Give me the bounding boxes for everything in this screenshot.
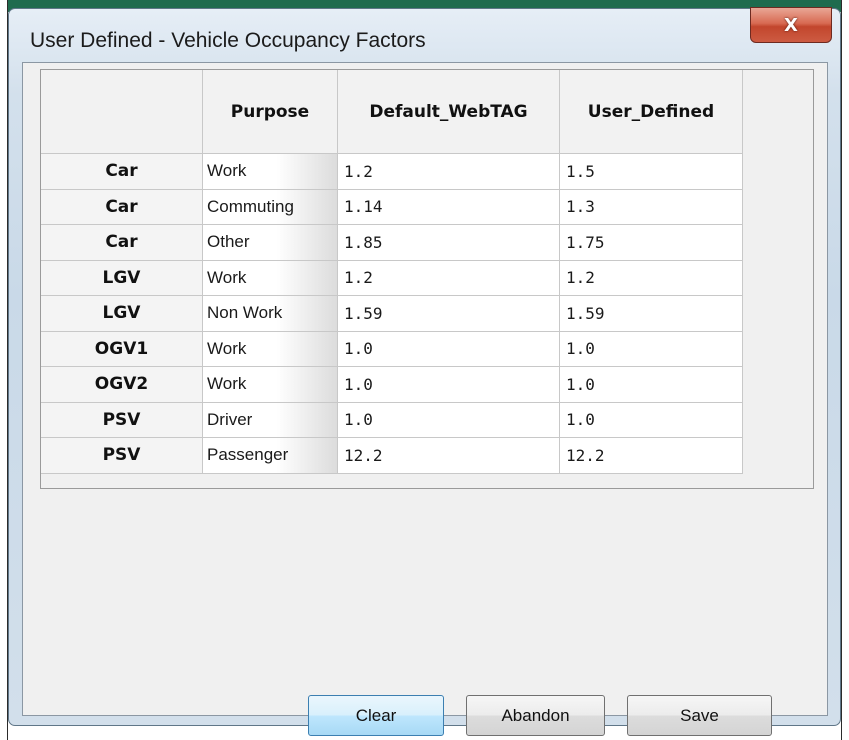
default-webtag-cell[interactable]: 1.2 — [338, 154, 560, 190]
row-header-vehicle: PSV — [41, 402, 203, 438]
save-button[interactable]: Save — [627, 695, 772, 736]
default-webtag-cell[interactable]: 1.85 — [338, 225, 560, 261]
occupancy-table: Purpose Default_WebTAG User_Defined Car Work… — [40, 69, 814, 489]
purpose-cell: Commuting — [203, 189, 338, 225]
row-header-vehicle: Car — [41, 189, 203, 225]
header-corner — [41, 70, 203, 154]
purpose-cell: Driver — [203, 402, 338, 438]
user-defined-cell[interactable]: 1.2 — [560, 260, 743, 296]
default-webtag-cell[interactable]: 1.2 — [338, 260, 560, 296]
user-defined-cell[interactable]: 1.75 — [560, 225, 743, 261]
row-header-vehicle: OGV1 — [41, 331, 203, 367]
row-header-vehicle: LGV — [41, 296, 203, 332]
default-webtag-cell[interactable]: 12.2 — [338, 438, 560, 474]
background-edge-right — [841, 0, 849, 740]
purpose-cell: Non Work — [203, 296, 338, 332]
header-purpose: Purpose — [203, 70, 338, 154]
default-webtag-cell[interactable]: 1.0 — [338, 367, 560, 403]
dialog-window: User Defined - Vehicle Occupancy Factors… — [8, 7, 841, 736]
user-defined-cell[interactable]: 12.2 — [560, 438, 743, 474]
purpose-cell: Other — [203, 225, 338, 261]
purpose-cell: Work — [203, 331, 338, 367]
user-defined-cell[interactable]: 1.0 — [560, 367, 743, 403]
purpose-cell: Work — [203, 367, 338, 403]
purpose-cell: Passenger — [203, 438, 338, 474]
default-webtag-cell[interactable]: 1.14 — [338, 189, 560, 225]
user-defined-cell[interactable]: 1.0 — [560, 331, 743, 367]
user-defined-cell[interactable]: 1.5 — [560, 154, 743, 190]
default-webtag-cell[interactable]: 1.0 — [338, 331, 560, 367]
background-edge-left — [0, 0, 8, 740]
default-webtag-cell[interactable]: 1.0 — [338, 402, 560, 438]
row-header-vehicle: PSV — [41, 438, 203, 474]
header-default-webtag: Default_WebTAG — [338, 70, 560, 154]
dialog-client-area: Purpose Default_WebTAG User_Defined Car Work… — [22, 62, 828, 736]
purpose-cell: Work — [203, 260, 338, 296]
user-defined-cell[interactable]: 1.59 — [560, 296, 743, 332]
row-header-vehicle: Car — [41, 225, 203, 261]
window-title: User Defined - Vehicle Occupancy Factors — [30, 29, 426, 52]
close-icon: X — [784, 14, 798, 36]
clear-button[interactable]: Clear — [308, 695, 444, 736]
header-user-defined: User_Defined — [560, 70, 743, 154]
row-header-vehicle: Car — [41, 154, 203, 190]
user-defined-cell[interactable]: 1.0 — [560, 402, 743, 438]
abandon-button[interactable]: Abandon — [466, 695, 605, 736]
row-header-vehicle: OGV2 — [41, 367, 203, 403]
default-webtag-cell[interactable]: 1.59 — [338, 296, 560, 332]
row-header-vehicle: LGV — [41, 260, 203, 296]
purpose-cell: Work — [203, 154, 338, 190]
close-button[interactable]: X — [750, 7, 832, 43]
user-defined-cell[interactable]: 1.3 — [560, 189, 743, 225]
